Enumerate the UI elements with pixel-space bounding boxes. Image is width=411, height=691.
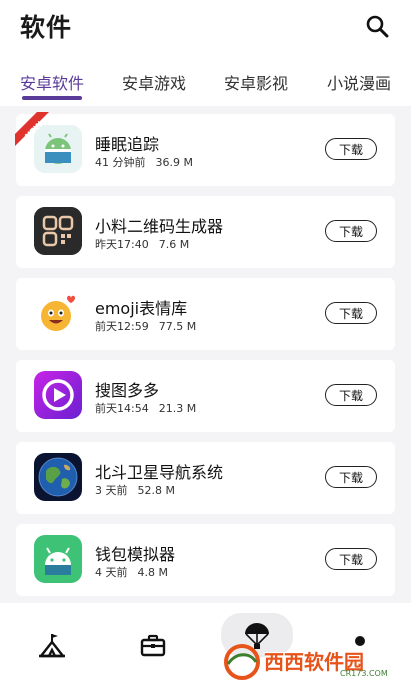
update-time: 昨天17:40	[95, 238, 149, 251]
download-button[interactable]: 下载	[325, 220, 377, 242]
emoji-face-icon	[34, 289, 82, 337]
tent-icon	[39, 634, 65, 658]
tab-android-games[interactable]: 安卓游戏	[122, 70, 186, 94]
page-title: 软件	[20, 13, 73, 42]
update-time: 前天12:59	[95, 320, 149, 333]
new-badge: NEW	[15, 112, 55, 152]
list-item[interactable]: emoji表情库 前天12:59 77.5 M 下载	[16, 278, 395, 350]
file-size: 36.9 M	[155, 156, 193, 169]
download-button[interactable]: 下载	[325, 466, 377, 488]
update-time: 3 天前	[95, 484, 128, 497]
watermark-domain: CR173.COM	[340, 669, 388, 678]
android-robot-icon	[34, 535, 82, 583]
app-meta: 前天14:54 21.3 M	[95, 400, 196, 416]
app-meta: 昨天17:40 7.6 M	[95, 236, 189, 252]
play-video-icon	[34, 371, 82, 419]
app-name: 小料二维码生成器	[95, 217, 224, 236]
app-name: 钱包模拟器	[95, 545, 176, 564]
tab-android-software[interactable]: 安卓软件	[20, 70, 84, 94]
update-time: 前天14:54	[95, 402, 149, 415]
app-name: emoji表情库	[95, 299, 188, 318]
file-size: 21.3 M	[158, 402, 197, 415]
file-size: 52.8 M	[137, 484, 175, 497]
earth-globe-icon	[34, 453, 82, 501]
watermark: 西西软件园 CR173.COM	[222, 642, 397, 682]
file-size: 7.6 M	[158, 238, 190, 251]
file-size: 4.8 M	[137, 566, 168, 579]
app-meta: 3 天前 52.8 M	[95, 482, 175, 498]
watermark-logo-icon	[224, 644, 260, 680]
download-button[interactable]: 下载	[325, 548, 377, 570]
top-app-bar: 软件 安卓软件 安卓游戏 安卓影视 小说漫画	[0, 0, 411, 106]
tab-android-video[interactable]: 安卓影视	[224, 70, 288, 94]
category-tabs: 安卓软件 安卓游戏 安卓影视 小说漫画	[0, 70, 411, 106]
search-icon	[366, 15, 389, 38]
qr-code-icon	[34, 207, 82, 255]
app-name: 搜图多多	[95, 381, 160, 400]
list-item[interactable]: 搜图多多 前天14:54 21.3 M 下载	[16, 360, 395, 432]
tab-novels-comics[interactable]: 小说漫画	[327, 70, 391, 94]
list-item[interactable]: 睡眠追踪 41 分钟前 36.9 M 下载 NEW	[15, 112, 395, 186]
file-size: 77.5 M	[158, 320, 197, 333]
app-meta: 41 分钟前 36.9 M	[95, 154, 193, 170]
app-meta: 4 天前 4.8 M	[95, 564, 168, 580]
update-time: 41 分钟前	[95, 156, 146, 169]
search-button[interactable]	[363, 12, 391, 40]
update-time: 4 天前	[95, 566, 128, 579]
download-button[interactable]: 下载	[325, 384, 377, 406]
app-name: 睡眠追踪	[95, 135, 160, 154]
briefcase-icon	[140, 634, 166, 657]
download-button[interactable]: 下载	[325, 302, 377, 324]
nav-item-home[interactable]	[32, 625, 72, 665]
list-item[interactable]: 北斗卫星导航系统 3 天前 52.8 M 下载	[16, 442, 395, 514]
nav-item-toolbox[interactable]	[133, 625, 173, 665]
list-item[interactable]: 小料二维码生成器 昨天17:40 7.6 M 下载	[16, 196, 395, 268]
active-tab-indicator	[22, 96, 82, 100]
app-meta: 前天12:59 77.5 M	[95, 318, 196, 334]
download-button[interactable]: 下载	[325, 138, 377, 160]
list-item[interactable]: 钱包模拟器 4 天前 4.8 M 下载	[16, 524, 395, 596]
app-name: 北斗卫星导航系统	[95, 463, 224, 482]
